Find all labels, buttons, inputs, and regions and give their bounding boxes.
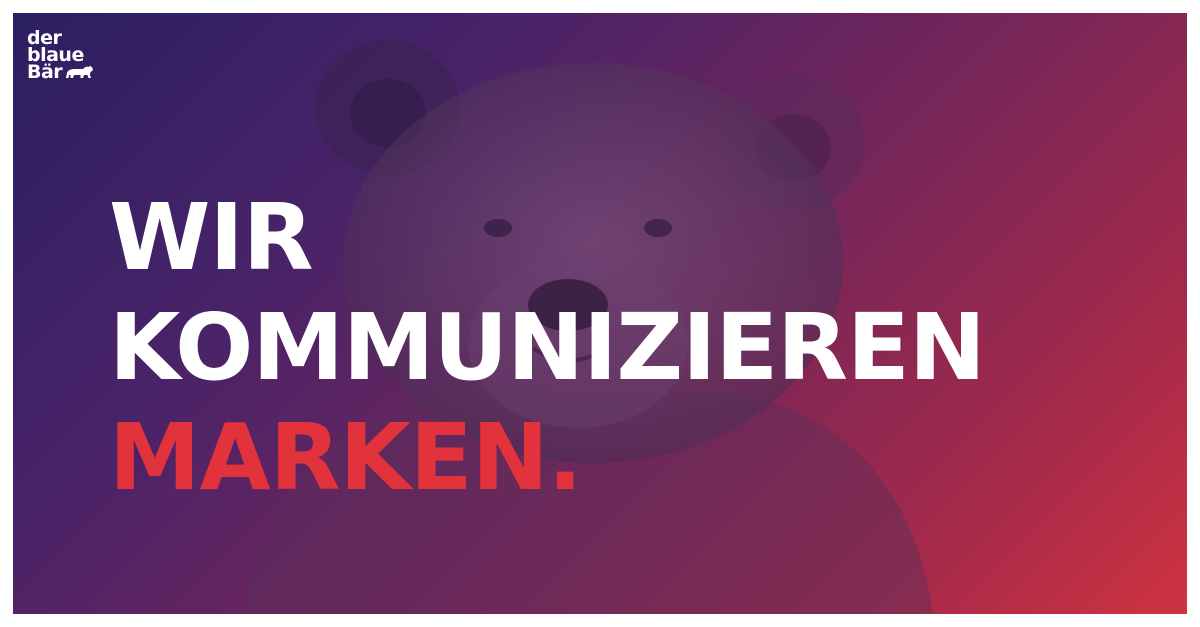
- headline-line-2: KOMMUNIZIEREN: [109, 294, 986, 401]
- brand-logo: der blaue Bär: [27, 29, 94, 83]
- headline-line-3: MARKEN.: [109, 404, 583, 511]
- headline-line-1: WIR: [109, 184, 314, 291]
- headline: WIR KOMMUNIZIEREN MARKEN.: [109, 183, 986, 513]
- hero-banner: der blaue Bär WIR KOMMUNIZIEREN MARKEN.: [13, 13, 1187, 614]
- bear-icon: [66, 65, 94, 78]
- logo-text-baer: Bär: [27, 61, 63, 83]
